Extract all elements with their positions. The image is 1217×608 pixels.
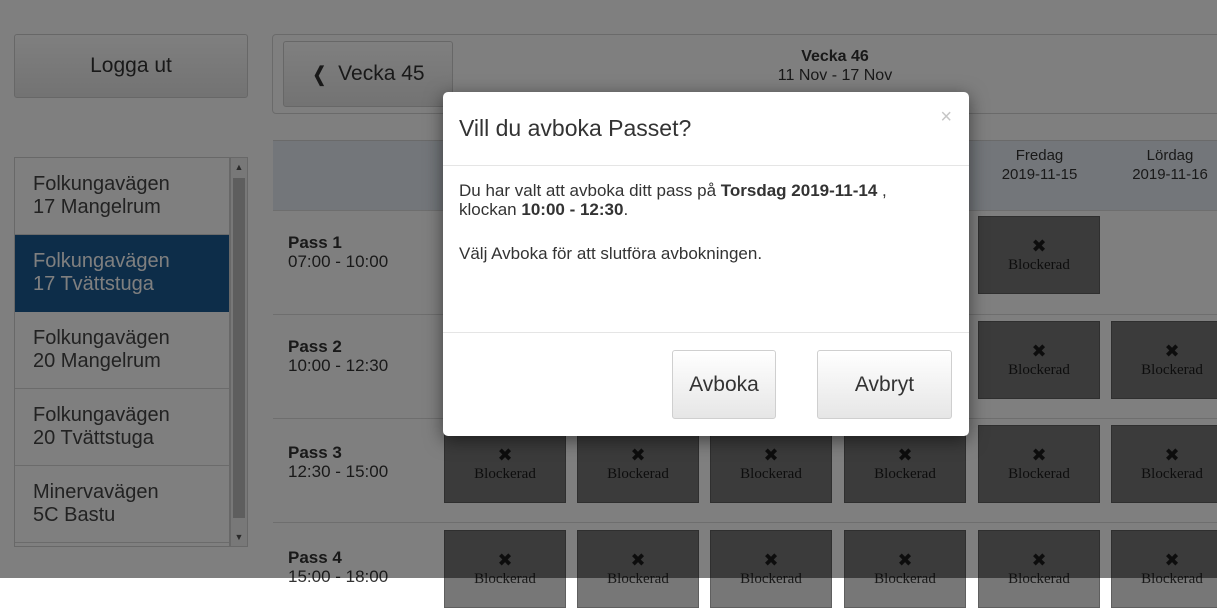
- abort-label: Avbryt: [854, 372, 915, 396]
- dialog-body: Du har valt att avboka ditt pass på Tors…: [459, 181, 953, 263]
- abort-button[interactable]: Avbryt: [817, 350, 952, 419]
- booking-page: Logga ut ❮ Vecka 45 Vecka 46 11 Nov - 17…: [0, 0, 1217, 608]
- message-intro: Du har valt att avboka ditt pass på: [459, 181, 721, 200]
- message-time-suffix: .: [623, 200, 629, 219]
- message-time-prefix: klockan: [459, 200, 522, 219]
- message-date: Torsdag 2019-11-14: [720, 181, 878, 200]
- dialog-instruction: Välj Avboka för att slutföra avbokningen…: [459, 244, 763, 263]
- dialog-message: Du har valt att avboka ditt pass på Tors…: [459, 181, 953, 219]
- dialog-header: Vill du avboka Passet? ×: [443, 92, 969, 166]
- confirm-cancel-button[interactable]: Avboka: [672, 350, 776, 419]
- dialog-title: Vill du avboka Passet?: [459, 115, 692, 141]
- message-comma: ,: [877, 181, 887, 200]
- close-icon[interactable]: ×: [940, 106, 952, 129]
- confirm-cancel-label: Avboka: [689, 372, 759, 396]
- cancel-booking-dialog: Vill du avboka Passet? × Du har valt att…: [443, 92, 969, 436]
- message-time: 10:00 - 12:30: [521, 200, 624, 219]
- dialog-footer-divider: [443, 332, 969, 333]
